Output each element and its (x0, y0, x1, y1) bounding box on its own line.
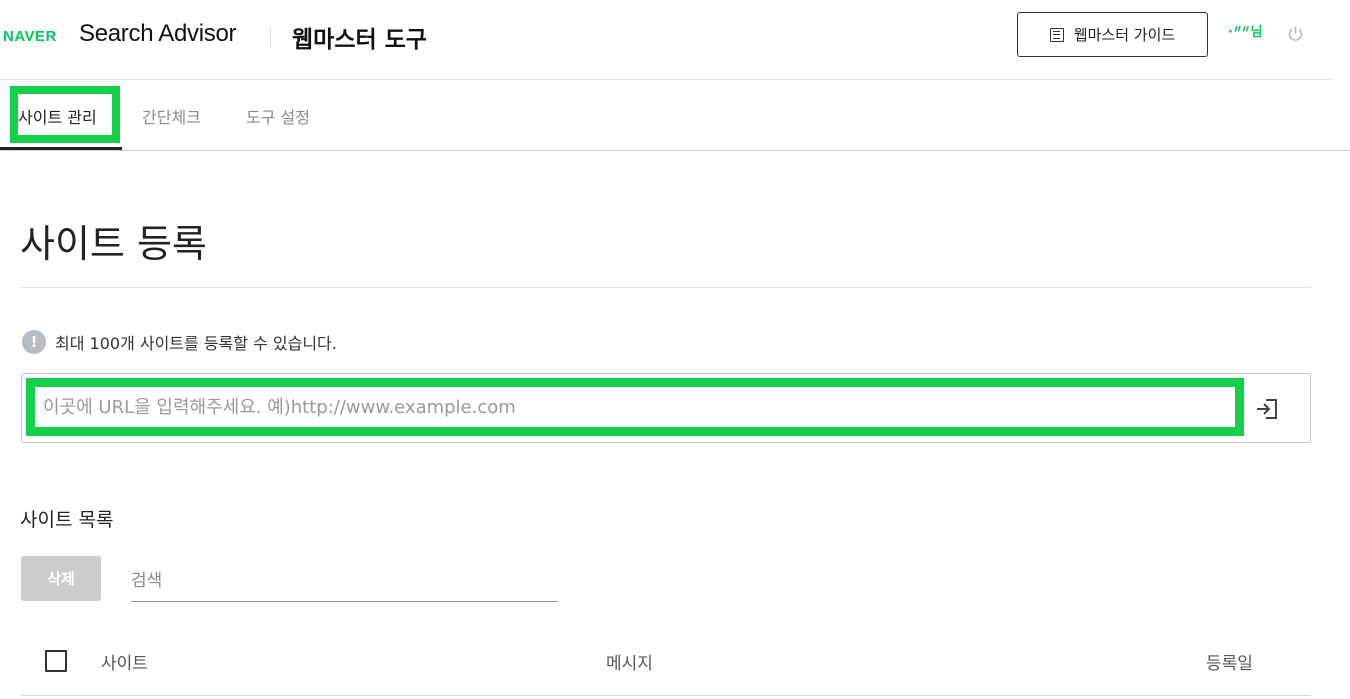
active-tab-underline (0, 147, 122, 150)
product-name[interactable]: Search Advisor (79, 20, 237, 48)
header-divider (270, 28, 271, 46)
guide-button-label: 웹마스터 가이드 (1073, 26, 1176, 44)
tab-quick-check[interactable]: 간단체크 (142, 104, 201, 128)
column-site: 사이트 (101, 654, 148, 674)
site-list-title: 사이트 목록 (20, 509, 114, 531)
document-list-icon (1049, 27, 1064, 42)
delete-button[interactable]: 삭제 (21, 556, 101, 601)
notice-text: 최대 100개 사이트를 등록할 수 있습니다. (55, 334, 337, 353)
header: NAVER Search Advisor 웹마스터 도구 웹마스터 가이드 ·ᐥ… (0, 0, 1333, 80)
tab-tool-settings[interactable]: 도구 설정 (246, 104, 310, 128)
tab-site-management[interactable]: 사이트 관리 (18, 104, 97, 128)
webmaster-guide-button[interactable]: 웹마스터 가이드 (1017, 12, 1208, 57)
notice: ! 최대 100개 사이트를 등록할 수 있습니다. (22, 330, 337, 354)
column-registered-date: 등록일 (1206, 654, 1253, 674)
search-field (131, 560, 558, 602)
select-all-checkbox[interactable] (45, 650, 67, 672)
naver-logo[interactable]: NAVER (3, 28, 57, 45)
info-icon: ! (22, 330, 46, 354)
tab-bar: 사이트 관리 간단체크 도구 설정 (0, 80, 1350, 151)
column-message: 메시지 (606, 654, 653, 674)
url-register-box (21, 373, 1311, 443)
user-name[interactable]: ·ᐥᐥ님 (1228, 21, 1264, 40)
title-divider (20, 287, 1311, 288)
submit-arrow-icon[interactable] (1254, 397, 1280, 421)
url-input-highlight (26, 378, 1244, 436)
url-input[interactable] (35, 387, 1235, 427)
table-header: 사이트 메시지 등록일 (21, 630, 1311, 696)
page-title: 사이트 등록 (20, 222, 207, 266)
power-icon[interactable] (1287, 25, 1304, 42)
tool-title[interactable]: 웹마스터 도구 (292, 20, 427, 54)
search-input[interactable] (131, 560, 558, 601)
